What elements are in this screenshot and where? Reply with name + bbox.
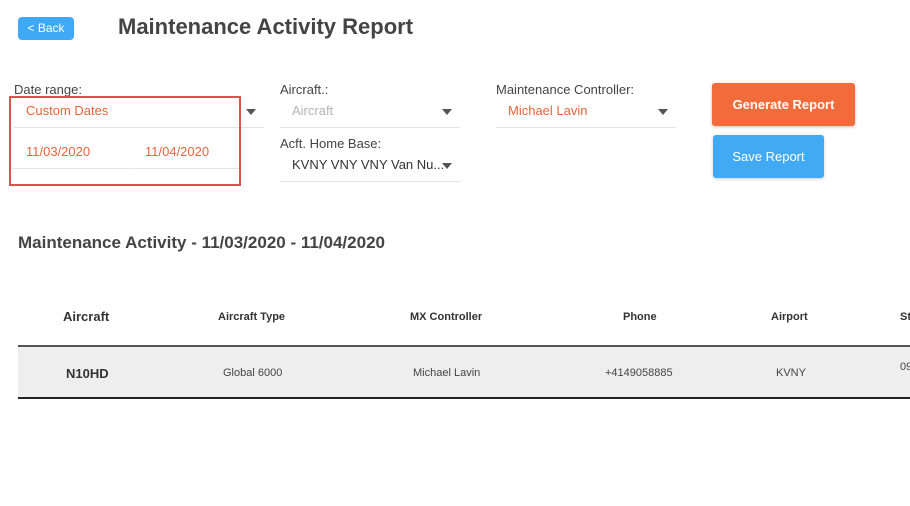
back-button[interactable]: < Back [18,17,74,40]
chevron-down-icon [246,109,256,115]
chevron-down-icon [658,109,668,115]
cell-airport: KVNY [776,367,806,379]
aircraft-placeholder: Aircraft [292,103,334,118]
controller-value: Michael Lavin [508,103,588,118]
home-base-select[interactable]: KVNY VNY VNY Van Nu... [280,148,460,182]
column-header-aircraft: Aircraft [63,309,110,324]
column-header-partial: St [900,311,910,323]
column-header-airport: Airport [771,311,808,323]
cell-mx-controller: Michael Lavin [413,367,481,379]
controller-select[interactable]: Michael Lavin [496,94,676,128]
aircraft-select[interactable]: Aircraft [280,94,460,128]
report-title: Maintenance Activity - 11/03/2020 - 11/0… [18,233,385,252]
cell-phone: +4149058885 [605,367,673,379]
home-base-value: KVNY VNY VNY Van Nu... [292,157,445,172]
chevron-down-icon [442,109,452,115]
cell-aircraft: N10HD [66,366,109,381]
column-header-aircraft-type: Aircraft Type [218,311,286,323]
cell-partial: 09 [900,361,910,373]
column-header-phone: Phone [623,311,657,323]
column-header-mx-controller: MX Controller [410,311,483,323]
date-range-highlight [9,96,241,186]
save-report-button[interactable]: Save Report [713,135,824,178]
page-title: Maintenance Activity Report [118,14,414,39]
cell-aircraft-type: Global 6000 [223,367,283,379]
chevron-down-icon [442,163,452,169]
generate-report-button[interactable]: Generate Report [712,83,855,126]
